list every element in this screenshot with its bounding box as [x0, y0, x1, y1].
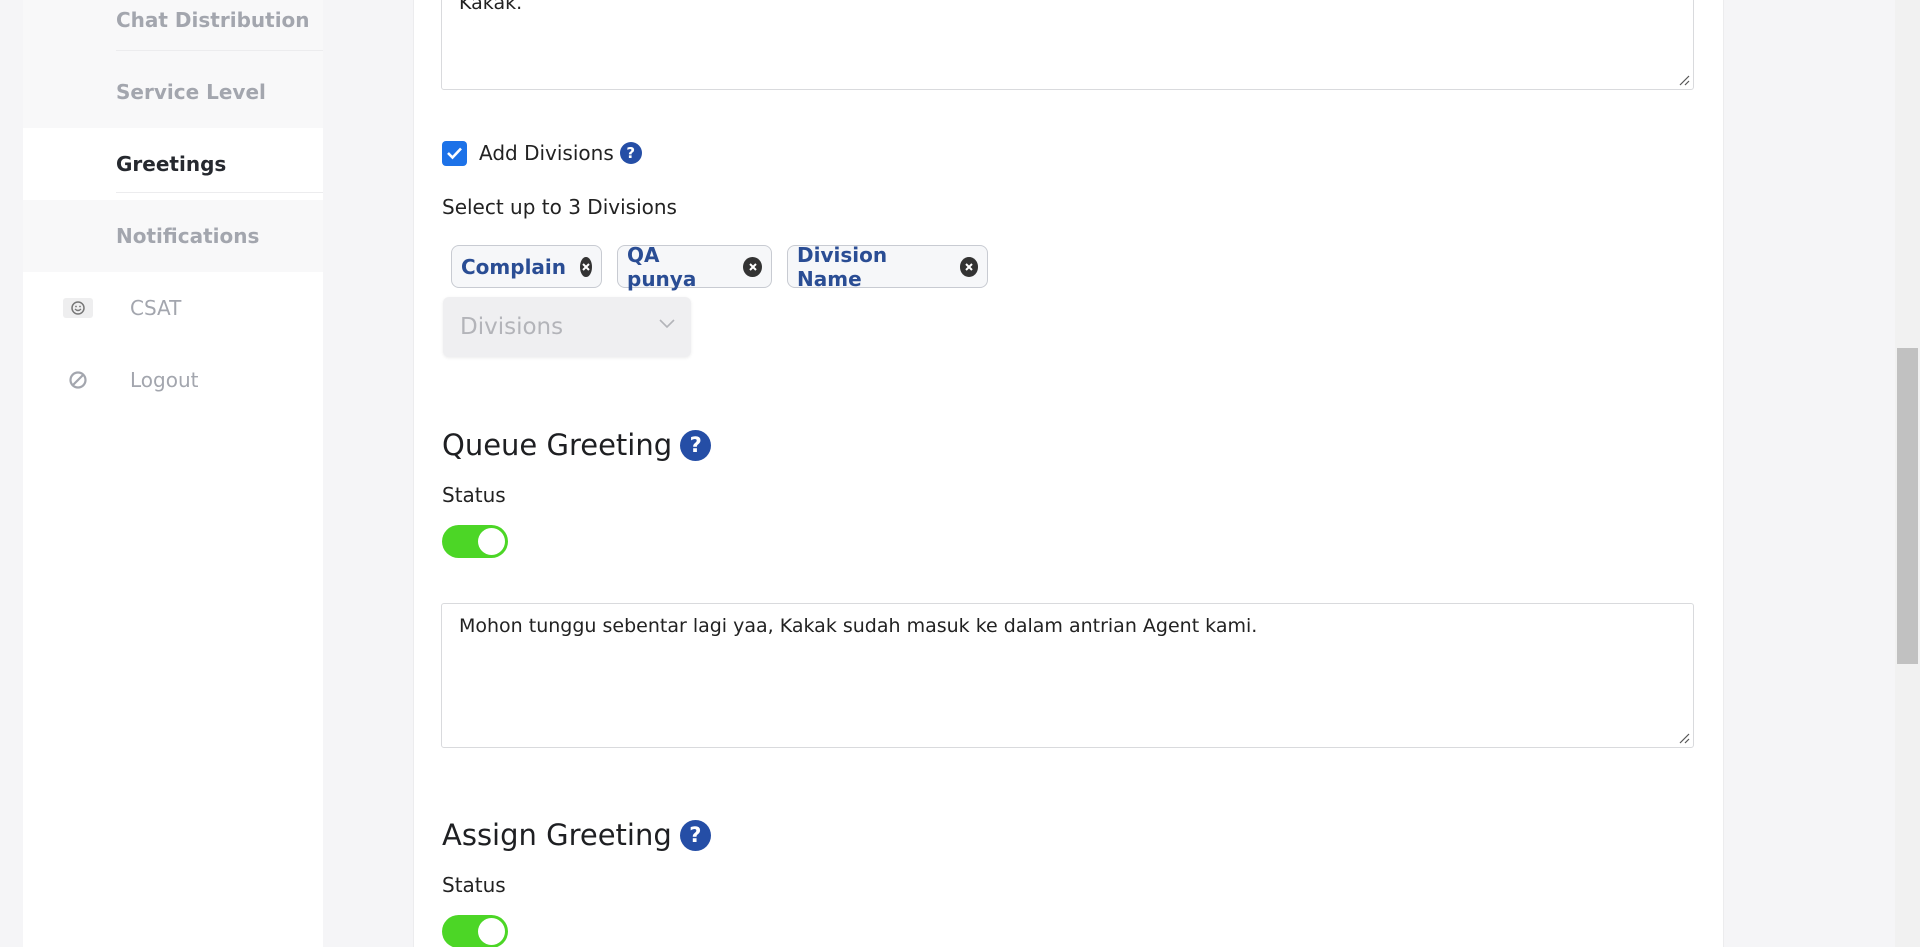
- divisions-select-placeholder: Divisions: [460, 314, 564, 340]
- smiley-icon: [63, 298, 93, 318]
- queue-greeting-status-toggle[interactable]: [442, 525, 508, 558]
- resize-handle-icon[interactable]: [1678, 74, 1690, 86]
- greeting-message-textarea[interactable]: Kakak.: [441, 0, 1694, 90]
- greeting-message-text: Kakak.: [459, 0, 523, 14]
- queue-greeting-textarea[interactable]: Mohon tunggu sebentar lagi yaa, Kakak su…: [441, 603, 1694, 748]
- sidebar-item-csat[interactable]: CSAT: [23, 272, 323, 344]
- sidebar-item-label: Greetings: [116, 152, 227, 176]
- checkmark-icon: [447, 147, 462, 160]
- settings-submenu: Chat Distribution Service Level Greeting…: [23, 0, 323, 272]
- remove-chip-icon[interactable]: [743, 256, 762, 277]
- assign-greeting-status-toggle[interactable]: [442, 915, 508, 947]
- division-chip-label: QA punya: [627, 242, 697, 291]
- sidebar-item-greetings[interactable]: Greetings: [23, 128, 323, 200]
- sidebar-item-notifications[interactable]: Notifications: [23, 200, 323, 272]
- status-label: Status: [442, 483, 506, 507]
- divisions-select[interactable]: Divisions: [443, 297, 691, 357]
- settings-page: Chat Distribution Service Level Greeting…: [0, 0, 1920, 947]
- sidebar-item-service-level[interactable]: Service Level: [23, 56, 323, 128]
- queue-greeting-heading: Queue Greeting ?: [442, 428, 712, 462]
- logout-icon: [63, 370, 93, 390]
- remove-chip-icon[interactable]: [580, 256, 592, 277]
- assign-greeting-heading: Assign Greeting ?: [442, 818, 711, 852]
- toggle-knob: [478, 528, 505, 555]
- divider: [116, 50, 323, 51]
- toggle-knob: [478, 918, 505, 945]
- resize-handle-icon[interactable]: [1678, 732, 1690, 744]
- sidebar: Chat Distribution Service Level Greeting…: [23, 0, 323, 947]
- add-divisions-checkbox[interactable]: [442, 140, 467, 166]
- add-divisions-label: Add Divisions: [479, 141, 614, 165]
- help-icon[interactable]: ?: [680, 429, 712, 461]
- sidebar-item-label: CSAT: [130, 296, 182, 320]
- division-chip: QA punya: [617, 242, 772, 291]
- section-title: Assign Greeting: [442, 818, 672, 852]
- sidebar-item-label: Logout: [130, 368, 199, 392]
- section-title: Queue Greeting: [442, 428, 673, 462]
- division-chip: Complain: [451, 245, 602, 288]
- sidebar-item-logout[interactable]: Logout: [23, 344, 323, 416]
- divider: [116, 192, 323, 193]
- scrollbar-thumb[interactable]: [1897, 348, 1918, 664]
- sidebar-item-label: Notifications: [116, 224, 260, 248]
- help-icon[interactable]: ?: [619, 142, 642, 164]
- division-chip: Division Name: [787, 242, 988, 291]
- sidebar-item-chat-distribution[interactable]: Chat Distribution: [23, 0, 323, 56]
- division-chip-label: Complain: [461, 254, 567, 279]
- division-chip-label: Division Name: [797, 242, 888, 291]
- page-scrollbar[interactable]: [1895, 0, 1920, 947]
- sidebar-item-label: Chat Distribution: [116, 8, 310, 32]
- remove-chip-icon[interactable]: [959, 256, 978, 277]
- chevron-down-icon: [659, 319, 675, 329]
- sidebar-item-label: Service Level: [116, 80, 266, 104]
- status-label: Status: [442, 873, 506, 897]
- add-divisions-row: Add Divisions ?: [442, 140, 642, 166]
- divisions-hint: Select up to 3 Divisions: [442, 195, 677, 219]
- queue-greeting-text: Mohon tunggu sebentar lagi yaa, Kakak su…: [459, 615, 1258, 637]
- help-icon[interactable]: ?: [679, 819, 711, 851]
